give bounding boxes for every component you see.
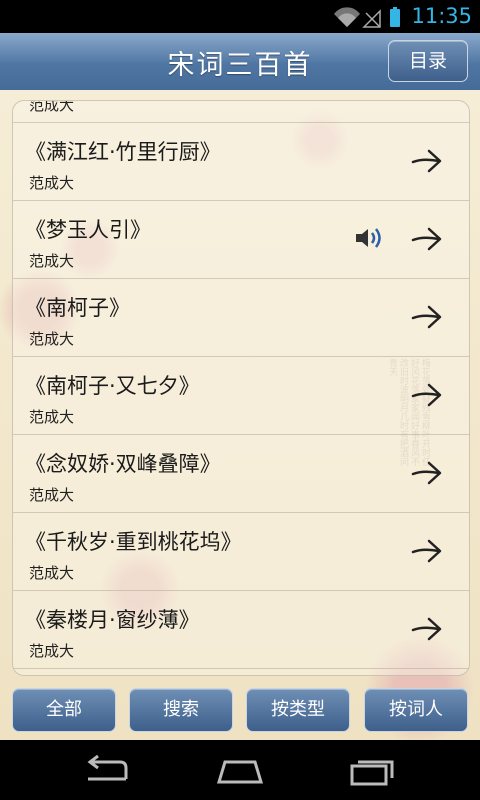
app-header: 宋词三百首 目录 — [0, 33, 480, 91]
open-arrow-icon[interactable] — [411, 147, 443, 175]
tab-by-author[interactable]: 按词人 — [364, 688, 468, 732]
poem-title: 《秦楼月·窗纱薄》 — [25, 608, 200, 632]
poem-row[interactable]: 范成大 — [13, 100, 469, 123]
poem-title: 《念奴娇·双峰叠障》 — [25, 452, 221, 476]
home-icon[interactable] — [215, 754, 265, 788]
system-nav-bar — [0, 740, 480, 800]
status-icons — [332, 6, 402, 32]
audio-playing-icon[interactable] — [355, 225, 385, 251]
poem-row[interactable]: 《满江红·竹里行厨》范成大 — [13, 123, 469, 201]
open-arrow-icon[interactable] — [411, 459, 443, 487]
open-arrow-icon[interactable] — [411, 537, 443, 565]
poem-author: 范成大 — [29, 408, 75, 426]
status-bar: 11:35 — [0, 0, 480, 33]
poem-row[interactable]: 《千秋岁·重到桃花坞》范成大 — [13, 513, 469, 591]
poem-author: 范成大 — [29, 252, 75, 270]
poem-author: 范成大 — [29, 564, 75, 582]
bottom-tab-bar: 全部 搜索 按类型 按词人 — [0, 682, 480, 740]
open-arrow-icon[interactable] — [411, 225, 443, 253]
poem-row[interactable]: 《南柯子》范成大 — [13, 279, 469, 357]
poem-row[interactable]: 《念奴娇·双峰叠障》范成大 — [13, 435, 469, 513]
poem-title: 《南柯子·又七夕》 — [25, 374, 200, 398]
poem-row[interactable]: 《秦楼月·窗纱薄》范成大 — [13, 591, 469, 669]
back-icon[interactable] — [82, 754, 132, 788]
poem-list: 范成大 《满江红·竹里行厨》 范成大 《梦玉人引》 范成大 《南柯子》 范成大 《南柯子·又七… — [13, 100, 469, 669]
poem-author: 范成大 — [29, 642, 75, 660]
poem-author: 范成大 — [29, 486, 75, 504]
poem-author: 范成大 — [29, 174, 75, 192]
poem-list-panel[interactable]: 范成大 《满江红·竹里行厨》 范成大 《梦玉人引》 范成大 《南柯子》 范成大 《南柯子·又七… — [12, 100, 470, 676]
open-arrow-icon[interactable] — [411, 303, 443, 331]
poem-title: 《梦玉人引》 — [25, 218, 151, 242]
menu-button[interactable]: 目录 — [388, 40, 468, 82]
status-time: 11:35 — [411, 4, 472, 28]
recent-apps-icon[interactable] — [348, 754, 398, 788]
open-arrow-icon[interactable] — [411, 615, 443, 643]
poem-row[interactable]: 《梦玉人引》范成大 — [13, 201, 469, 279]
poem-author: 范成大 — [29, 330, 75, 348]
poem-title: 《南柯子》 — [25, 296, 130, 320]
wifi-signal-battery-icon — [334, 7, 400, 28]
open-arrow-icon[interactable] — [411, 381, 443, 409]
tab-all[interactable]: 全部 — [12, 688, 116, 732]
tab-by-type[interactable]: 按类型 — [246, 688, 350, 732]
poem-author: 范成大 — [29, 100, 75, 114]
tab-search[interactable]: 搜索 — [129, 688, 233, 732]
poem-title: 《满江红·竹里行厨》 — [25, 140, 221, 164]
poem-title: 《千秋岁·重到桃花坞》 — [25, 530, 242, 554]
poem-row[interactable]: 《南柯子·又七夕》范成大 — [13, 357, 469, 435]
